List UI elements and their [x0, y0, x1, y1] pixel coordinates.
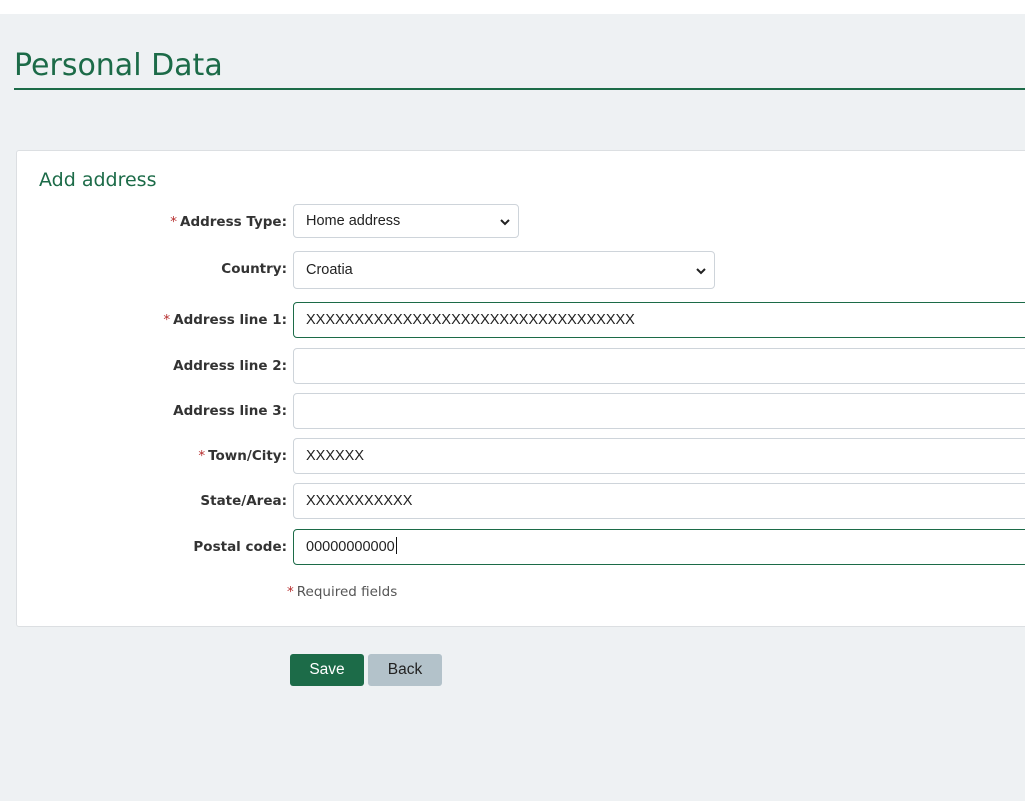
- town-city-input[interactable]: XXXXXX: [293, 438, 1025, 474]
- text-caret: [395, 537, 397, 554]
- address-line-2-row: Address line 2:: [17, 348, 1025, 384]
- top-strip: [0, 0, 1025, 14]
- add-address-panel: Add address * Address Type: Home address …: [16, 150, 1025, 627]
- country-label: Country:: [221, 261, 287, 277]
- state-area-value: XXXXXXXXXXX: [306, 493, 413, 509]
- town-city-row: * Town/City: XXXXXX: [17, 438, 1025, 474]
- address-line-3-label: Address line 3:: [173, 403, 287, 419]
- town-city-label: * Town/City:: [198, 448, 287, 464]
- address-line-1-label: * Address line 1:: [163, 312, 287, 328]
- section-title: Add address: [39, 169, 157, 191]
- address-type-label: * Address Type:: [170, 214, 287, 230]
- chevron-down-icon: [696, 252, 706, 288]
- state-area-label: State/Area:: [200, 493, 287, 509]
- address-type-row: * Address Type: Home address: [17, 204, 1025, 240]
- chevron-down-icon: [500, 205, 510, 237]
- country-select[interactable]: Croatia: [293, 251, 715, 289]
- postal-code-input[interactable]: 00000000000: [293, 529, 1025, 565]
- title-divider: [14, 88, 1025, 90]
- address-line-1-input[interactable]: XXXXXXXXXXXXXXXXXXXXXXXXXXXXXXXXXX: [293, 302, 1025, 338]
- address-line-1-value: XXXXXXXXXXXXXXXXXXXXXXXXXXXXXXXXXX: [306, 312, 635, 328]
- postal-code-label: Postal code:: [193, 539, 287, 555]
- postal-code-value: 00000000000: [306, 539, 395, 555]
- save-button[interactable]: Save: [290, 654, 364, 686]
- address-line-2-label: Address line 2:: [173, 358, 287, 374]
- town-city-value: XXXXXX: [306, 448, 365, 464]
- required-fields-note: * Required fields: [287, 584, 398, 600]
- required-star: *: [163, 312, 171, 328]
- address-type-select[interactable]: Home address: [293, 204, 519, 238]
- page-title: Personal Data: [14, 48, 223, 83]
- required-star: *: [198, 448, 206, 464]
- country-row: Country: Croatia: [17, 251, 1025, 289]
- address-line-3-row: Address line 3:: [17, 393, 1025, 429]
- address-line-1-row: * Address line 1: XXXXXXXXXXXXXXXXXXXXXXX…: [17, 302, 1025, 338]
- address-type-value: Home address: [306, 213, 401, 229]
- state-area-row: State/Area: XXXXXXXXXXX: [17, 483, 1025, 519]
- required-star: *: [170, 214, 177, 230]
- required-star: *: [287, 584, 294, 600]
- address-line-2-input[interactable]: [293, 348, 1025, 384]
- postal-code-row: Postal code: 00000000000: [17, 529, 1025, 565]
- address-line-3-input[interactable]: [293, 393, 1025, 429]
- state-area-input[interactable]: XXXXXXXXXXX: [293, 483, 1025, 519]
- back-button[interactable]: Back: [368, 654, 442, 686]
- country-value: Croatia: [306, 262, 353, 278]
